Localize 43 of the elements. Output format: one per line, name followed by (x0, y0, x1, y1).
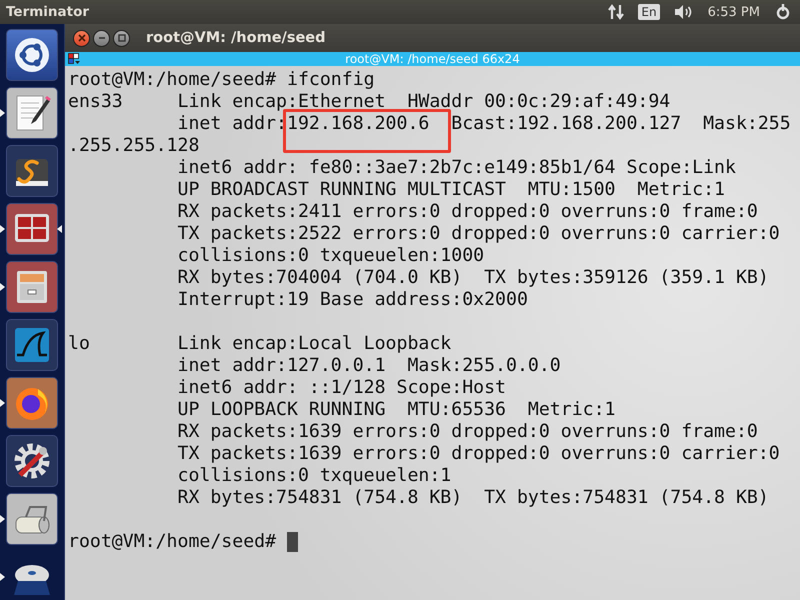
terminal-line: ens33 Link encap:Ethernet HWaddr 00:0c:29:af:49:94 (68, 91, 672, 113)
terminal-line: TX packets:2522 errors:0 dropped:0 overruns:0 carrier:0 (176, 223, 781, 245)
clock[interactable]: 6:53 PM (708, 4, 760, 20)
terminal-title: root@VM: /home/seed 66x24 (344, 52, 521, 66)
maximize-button[interactable] (113, 30, 130, 46)
close-icon (78, 34, 86, 42)
firefox-launcher-icon[interactable] (6, 377, 58, 429)
terminal-launcher-icon[interactable] (6, 203, 58, 255)
text-cursor (287, 532, 298, 552)
group-menu-icon[interactable] (68, 53, 80, 65)
terminal-line: inet6 addr: ::1/128 Scope:Host (176, 377, 507, 399)
terminal-line: RX packets:1639 errors:0 dropped:0 overruns:0 frame:0 (176, 421, 759, 443)
terminal-line: RX bytes:754831 (754.8 KB) TX bytes:754831 (754.8 KB) (176, 487, 770, 509)
terminal-line: .255.255.128 (68, 135, 200, 157)
editor-launcher-icon[interactable] (6, 87, 58, 139)
terminal-line: root@VM:/home/seed# ifconfig (68, 69, 376, 91)
maximize-icon (118, 34, 126, 42)
sublime-launcher-icon[interactable] (6, 145, 58, 197)
minimize-button[interactable] (93, 30, 110, 46)
terminal-line: lo Link encap:Local Loopback (68, 333, 452, 355)
keyboard-layout-indicator[interactable]: En (638, 4, 660, 20)
close-button[interactable] (73, 30, 90, 46)
app-title: Terminator (6, 4, 90, 20)
network-arrows-icon[interactable] (608, 3, 624, 21)
window-title: root@VM: /home/seed (146, 30, 326, 46)
files-launcher-icon[interactable] (6, 261, 58, 313)
minimize-icon (98, 34, 106, 42)
volume-icon[interactable] (674, 4, 694, 20)
terminal-line: RX packets:2411 errors:0 dropped:0 overruns:0 frame:0 (176, 201, 759, 223)
terminal-line: UP LOOPBACK RUNNING MTU:65536 Metric:1 (176, 399, 616, 421)
terminal-line: RX bytes:704004 (704.0 KB) TX bytes:359126 (359.1 KB) (176, 267, 770, 289)
terminal-line: collisions:0 txqueuelen:1000 (176, 245, 486, 267)
wireshark-launcher-icon[interactable] (6, 319, 58, 371)
settings-launcher-icon[interactable] (6, 435, 58, 487)
terminal-line: inet addr:127.0.0.1 Mask:255.0.0.0 (176, 355, 562, 377)
shell-prompt: root@VM:/home/seed# (68, 531, 278, 553)
terminal-line: TX packets:1639 errors:0 dropped:0 overruns:0 carrier:0 (176, 443, 781, 465)
terminal-line: inet6 addr: fe80::3ae7:2b7c:e149:85b1/64 Scope:Link (176, 157, 737, 179)
dash-launcher-icon[interactable] (6, 29, 58, 81)
terminal-line: Interrupt:19 Base address:0x2000 (176, 289, 529, 311)
terminal-line: collisions:0 txqueuelen:1 (176, 465, 452, 487)
terminal-line: UP BROADCAST RUNNING MULTICAST MTU:1500 Metric:1 (176, 179, 726, 201)
scanner-launcher-icon[interactable] (6, 493, 58, 545)
